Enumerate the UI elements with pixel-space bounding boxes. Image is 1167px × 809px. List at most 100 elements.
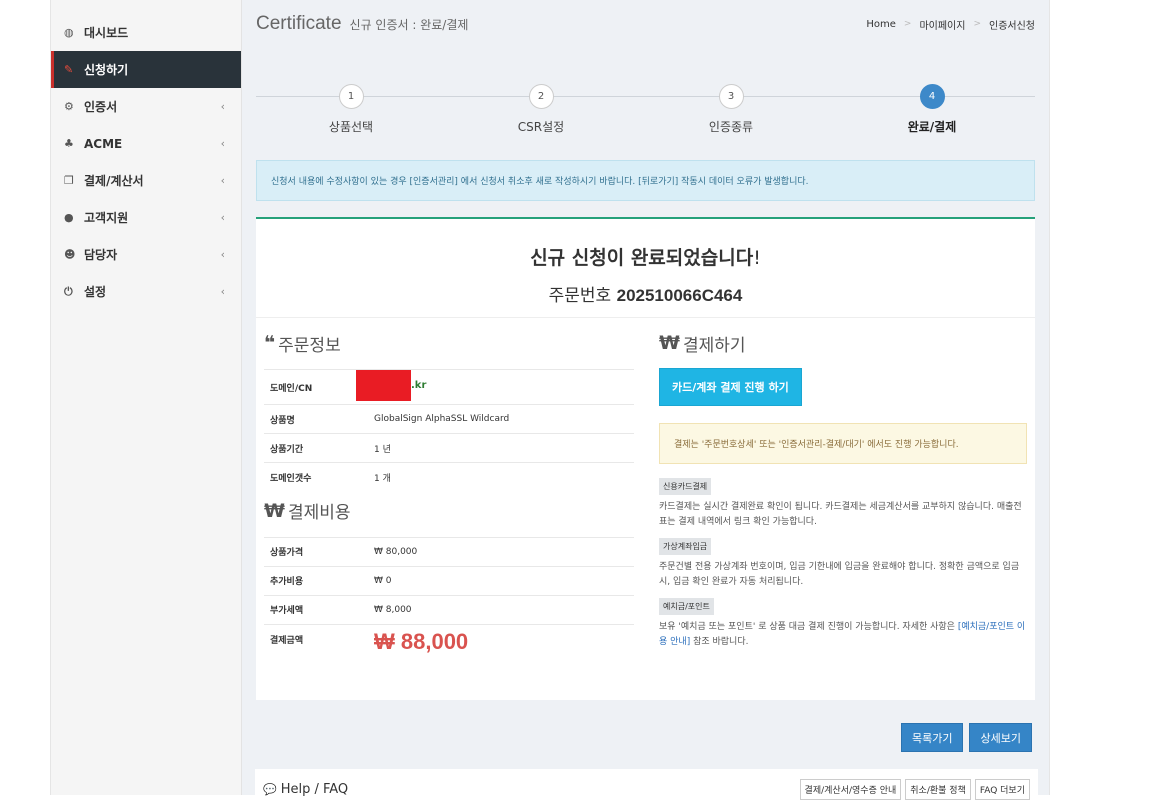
step-label: CSR설정 <box>517 120 565 134</box>
chevron-left-icon: ‹ <box>220 100 225 113</box>
row-value: .kr <box>356 369 634 405</box>
table-row: 상품가격 ₩ 80,000 <box>264 536 634 566</box>
row-value: 1 개 <box>374 462 634 492</box>
result-card: 신규 신청이 완료되었습니다! 주문번호 202510066C464 ❝ 주문정… <box>256 217 1035 700</box>
row-value: ₩ 80,000 <box>374 536 634 566</box>
redacted-block <box>356 370 411 401</box>
copy-icon: ❐ <box>64 174 74 187</box>
table-row: 결제금액 ₩ 88,000 <box>264 623 634 660</box>
step-validation: 3 인증종류 <box>661 84 801 135</box>
payment-notice: 결제는 '주문번호상세' 또는 '인증서관리-결제/대기' 에서도 진행 가능합… <box>659 423 1027 464</box>
users-icon: ☻ <box>64 248 76 261</box>
row-value: ₩ 0 <box>374 565 634 595</box>
sidebar-item-apply[interactable]: ✎ 신청하기 <box>51 51 241 88</box>
sitemap-icon: ♣ <box>64 137 74 150</box>
table-row: 상품명 GlobalSign AlphaSSL Wildcard <box>264 404 634 434</box>
won-icon: ₩ <box>264 499 285 522</box>
edit-icon: ✎ <box>64 63 74 76</box>
cost-title: 결제비용 <box>287 503 351 523</box>
row-key: 추가비용 <box>264 565 374 595</box>
detail-button[interactable]: 상세보기 <box>969 723 1032 752</box>
comment-icon: 💬 <box>263 782 277 796</box>
row-value: 1 년 <box>374 433 634 463</box>
faq-more-button[interactable]: FAQ 더보기 <box>974 778 1030 800</box>
step-number: 3 <box>718 84 744 109</box>
breadcrumb-mypage[interactable]: 마이페이지 <box>919 17 965 32</box>
step-label: 인증종류 <box>708 120 754 134</box>
total-amount: ₩ 88,000 <box>374 629 469 655</box>
method-tag-vaccount: 가상계좌입금 <box>659 538 712 555</box>
sidebar-item-label: 결제/계산서 <box>84 174 144 188</box>
progress-steps: 1 상품선택 2 CSR설정 3 인증종류 4 완료/결제 <box>256 84 1035 174</box>
order-number-label: 주문번호 <box>548 286 612 306</box>
step-label: 완료/결제 <box>907 120 957 134</box>
sidebar-item-settings[interactable]: ⏻ 설정 ‹ <box>51 273 241 310</box>
breadcrumb-separator-icon: > <box>973 19 981 29</box>
row-key: 도메인갯수 <box>264 462 374 492</box>
step-label: 상품선택 <box>328 120 374 134</box>
step-number: 4 <box>919 84 945 109</box>
completion-title: 신규 신청이 완료되었습니다! <box>256 243 1035 270</box>
quote-icon: ❝ <box>264 332 276 354</box>
sidebar-item-label: 대시보드 <box>84 26 129 40</box>
breadcrumb: Home > 마이페이지 > 인증서신청 <box>866 17 1035 32</box>
step-csr: 2 CSR설정 <box>471 84 611 135</box>
sidebar-item-certificate[interactable]: ⚙ 인증서 ‹ <box>51 88 241 125</box>
sidebar-item-contacts[interactable]: ☻ 담당자 ‹ <box>51 236 241 273</box>
row-key: 부가세액 <box>264 594 374 624</box>
comments-icon: ● <box>64 211 74 224</box>
completion-title-text: 신규 신청이 완료되었습니다 <box>530 247 754 269</box>
breadcrumb-home[interactable]: Home <box>866 19 896 30</box>
chevron-left-icon: ‹ <box>220 174 225 187</box>
row-key: 결제금액 <box>264 623 374 660</box>
sidebar-item-label: 담당자 <box>84 248 118 262</box>
order-info-title: 주문정보 <box>278 335 341 356</box>
table-row: 추가비용 ₩ 0 <box>264 565 634 595</box>
order-info-table: 도메인/CN .kr 상품명 GlobalSign AlphaSSL Wildc… <box>264 369 634 492</box>
payment-heading: ₩ 결제하기 <box>659 328 1027 358</box>
faq-buttons: 결제/계산서/영수증 안내 취소/환불 정책 FAQ 더보기 <box>799 778 1030 800</box>
step-number: 2 <box>528 84 554 109</box>
sidebar-item-billing[interactable]: ❐ 결제/계산서 ‹ <box>51 162 241 199</box>
sidebar-item-dashboard[interactable]: ◍ 대시보드 <box>51 14 241 51</box>
chevron-left-icon: ‹ <box>220 285 225 298</box>
chevron-left-icon: ‹ <box>220 211 225 224</box>
pay-button[interactable]: 카드/계좌 결제 진행 하기 <box>659 368 802 406</box>
main-content: Certificate 신규 인증서 : 완료/결제 Home > 마이페이지 … <box>242 0 1049 795</box>
faq-title: Help / FAQ <box>280 781 349 797</box>
cogs-icon: ⚙ <box>64 100 74 113</box>
breadcrumb-apply[interactable]: 인증서신청 <box>989 17 1035 32</box>
completion-title-bang: ! <box>753 247 761 269</box>
table-row: 상품기간 1 년 <box>264 433 634 463</box>
faq-refund-button[interactable]: 취소/환불 정책 <box>905 778 971 800</box>
row-value: ₩ 8,000 <box>374 594 634 624</box>
order-column: ❝ 주문정보 도메인/CN .kr 상품명 GlobalSign AlphaSS… <box>264 318 634 660</box>
list-button[interactable]: 목록가기 <box>901 723 964 752</box>
chevron-left-icon: ‹ <box>220 248 225 261</box>
row-key: 상품명 <box>264 404 374 434</box>
method-desc-deposit: 보유 '예치금 또는 포인트' 로 상품 대금 결제 진행이 가능합니다. 자세… <box>659 620 1027 650</box>
step-product: 1 상품선택 <box>281 84 421 135</box>
deposit-desc-post: 참조 바랍니다. <box>690 637 749 647</box>
sidebar-item-label: ACME <box>84 136 123 151</box>
table-row: 도메인갯수 1 개 <box>264 462 634 492</box>
breadcrumb-separator-icon: > <box>903 19 912 29</box>
sidebar: ◍ 대시보드 ✎ 신청하기 ⚙ 인증서 ‹ ♣ ACME ‹ ❐ 결제/계산서 … <box>51 0 242 795</box>
step-complete: 4 완료/결제 <box>862 84 1002 135</box>
table-row: 부가세액 ₩ 8,000 <box>264 594 634 624</box>
row-value: GlobalSign AlphaSSL Wildcard <box>374 404 634 434</box>
row-value: ₩ 88,000 <box>374 623 634 660</box>
action-buttons: 목록가기 상세보기 <box>901 723 1032 752</box>
sidebar-item-acme[interactable]: ♣ ACME ‹ <box>51 125 241 162</box>
payment-title: 결제하기 <box>682 335 746 356</box>
method-desc-vaccount: 주문건별 전용 가상계좌 번호이며, 입금 기한내에 입금을 완료해야 합니다.… <box>659 562 1020 587</box>
app-frame: ◍ 대시보드 ✎ 신청하기 ⚙ 인증서 ‹ ♣ ACME ‹ ❐ 결제/계산서 … <box>50 0 1050 795</box>
order-number-line: 주문번호 202510066C464 <box>256 281 1035 306</box>
method-tag-card: 신용카드결제 <box>659 478 712 495</box>
step-number: 1 <box>338 84 364 109</box>
faq-billing-button[interactable]: 결제/계산서/영수증 안내 <box>799 778 902 800</box>
won-icon: ₩ <box>659 332 680 354</box>
method-tag-deposit: 예치금/포인트 <box>659 598 714 615</box>
sidebar-item-label: 고객지원 <box>84 211 129 225</box>
sidebar-item-support[interactable]: ● 고객지원 ‹ <box>51 199 241 236</box>
